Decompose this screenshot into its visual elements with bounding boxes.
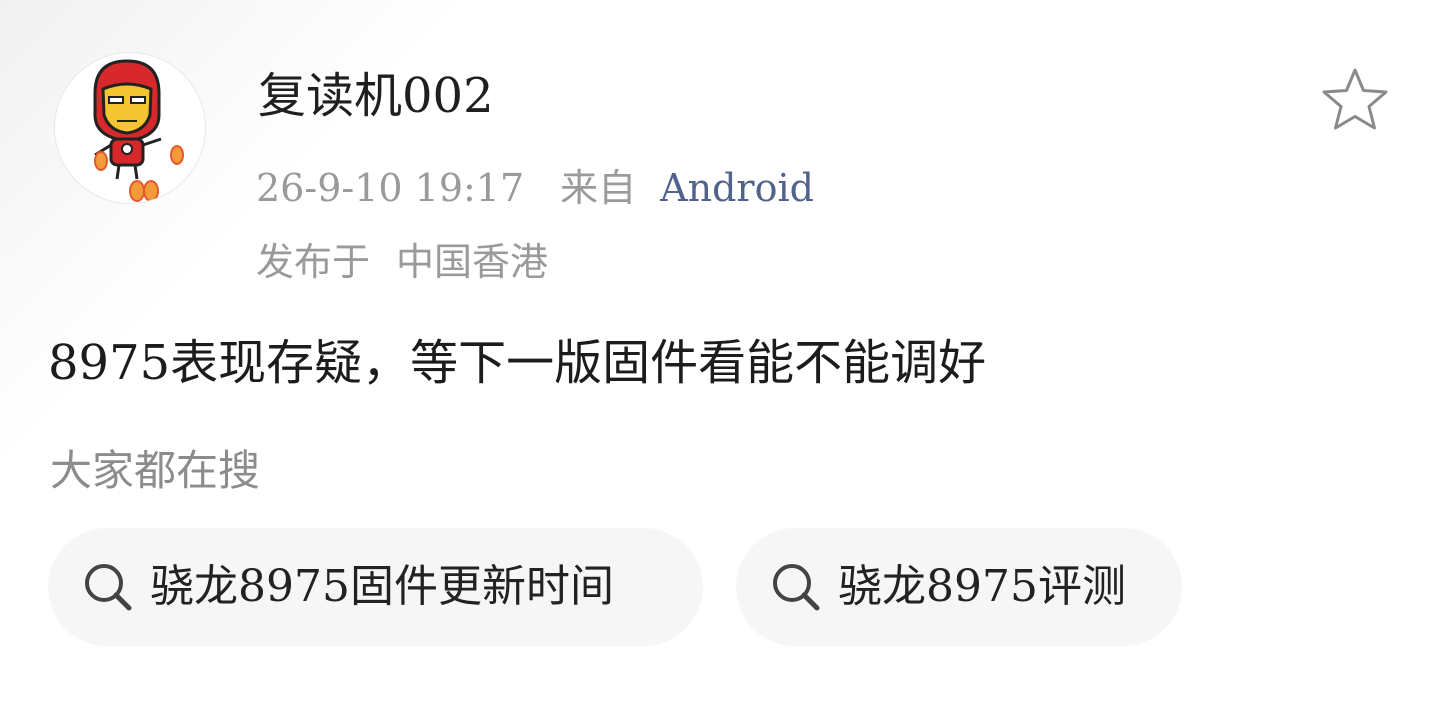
search-suggestion-label: 骁龙8975评测 [838,561,1126,612]
search-suggestion-label: 骁龙8975固件更新时间 [150,561,614,612]
location-label: 发布于 [256,240,371,284]
post-content: 8975表现存疑，等下一版固件看能不能调好 [48,335,987,391]
search-icon [773,564,820,611]
search-suggestion-chip[interactable]: 骁龙8975评测 [736,528,1182,646]
search-icon [85,564,132,611]
post-meta: 26-9-10 19:17 来自 Android [256,164,814,212]
iron-man-avatar-icon [93,59,184,202]
post-timestamp: 26-9-10 19:17 [256,166,525,210]
username[interactable]: 复读机002 [258,66,494,126]
user-avatar[interactable] [54,52,206,204]
source-link[interactable]: Android [660,166,814,210]
star-outline-icon [1322,68,1388,130]
from-label: 来自 [560,166,637,210]
post-location: 发布于 中国香港 [256,238,548,286]
search-heading: 大家都在搜 [50,446,261,495]
location-value: 中国香港 [396,240,549,284]
favorite-button[interactable] [1320,66,1390,132]
search-suggestion-chip[interactable]: 骁龙8975固件更新时间 [48,528,703,646]
